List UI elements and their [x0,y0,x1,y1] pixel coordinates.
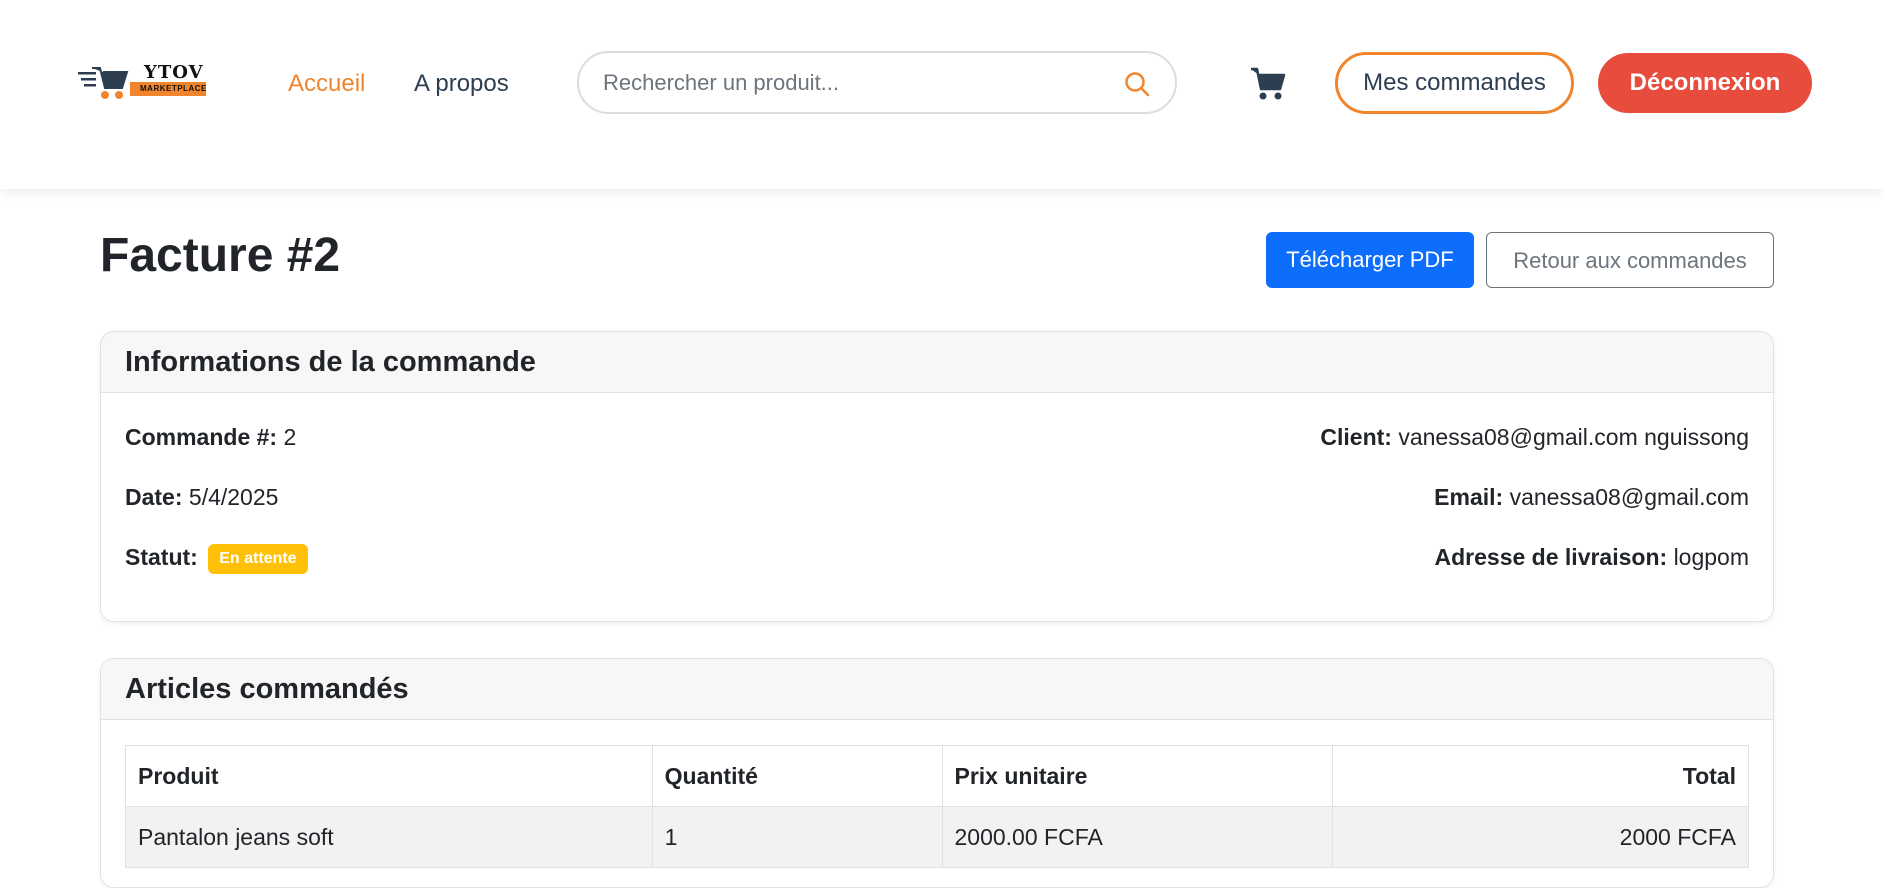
column-header-total: Total [1332,745,1749,807]
search-icon[interactable] [1123,70,1151,98]
cell-product: Pantalon jeans soft [125,806,653,868]
order-info-card: Informations de la commande Commande #: … [100,331,1774,622]
logo-brand: YTOV [144,62,204,83]
ordered-items-header: Articles commandés [101,659,1773,720]
nav-home-link[interactable]: Accueil [288,69,365,99]
cell-total: 2000 FCFA [1332,806,1749,868]
table-row: Pantalon jeans soft 1 2000.00 FCFA 2000 … [125,806,1749,868]
column-header-product: Produit [125,745,653,807]
my-orders-button[interactable]: Mes commandes [1335,52,1574,114]
order-number-row: Commande #: 2 [125,422,296,452]
order-date-value: 5/4/2025 [188,484,279,510]
logo[interactable]: YTOV MARKETPLACE [78,62,207,102]
order-number-value: 2 [283,424,297,450]
address-label: Adresse de livraison: [1434,544,1668,570]
address-row: Adresse de livraison: logpom [1435,542,1749,572]
order-date-label: Date: [125,484,183,510]
address-value: logpom [1673,544,1749,570]
logout-button[interactable]: Déconnexion [1598,53,1812,113]
column-header-unit-price: Prix unitaire [941,745,1334,807]
email-label: Email: [1434,484,1504,510]
cell-quantity: 1 [651,806,943,868]
page-title: Facture #2 [100,229,341,282]
order-date-row: Date: 5/4/2025 [125,482,278,512]
download-pdf-button[interactable]: Télécharger PDF [1266,232,1474,288]
back-to-orders-button[interactable]: Retour aux commandes [1486,232,1774,288]
cell-unit-price: 2000.00 FCFA [941,806,1334,868]
cart-icon[interactable] [1250,66,1286,102]
status-badge: En attente [208,543,308,574]
search-input[interactable] [603,68,1103,98]
order-number-label: Commande #: [125,424,278,450]
items-table: Produit Quantité Prix unitaire Total Pan… [125,745,1749,868]
client-value: vanessa08@gmail.com nguissong [1398,424,1749,450]
email-value: vanessa08@gmail.com [1509,484,1749,510]
order-info-header: Informations de la commande [101,332,1773,393]
table-header-row: Produit Quantité Prix unitaire Total [125,745,1749,807]
order-status-row: Statut: En attente [125,542,308,574]
client-label: Client: [1320,424,1392,450]
order-status-label: Statut: [125,544,198,570]
email-row: Email: vanessa08@gmail.com [1434,482,1749,512]
ordered-items-card: Articles commandés Produit Quantité Prix… [100,658,1774,888]
search-bar [577,51,1177,114]
column-header-quantity: Quantité [651,745,943,807]
nav-about-link[interactable]: A propos [414,69,509,99]
logo-tagline: MARKETPLACE [140,84,207,93]
navbar: YTOV MARKETPLACE Accueil A propos Mes co… [0,0,1883,189]
client-row: Client: vanessa08@gmail.com nguissong [1320,422,1749,452]
